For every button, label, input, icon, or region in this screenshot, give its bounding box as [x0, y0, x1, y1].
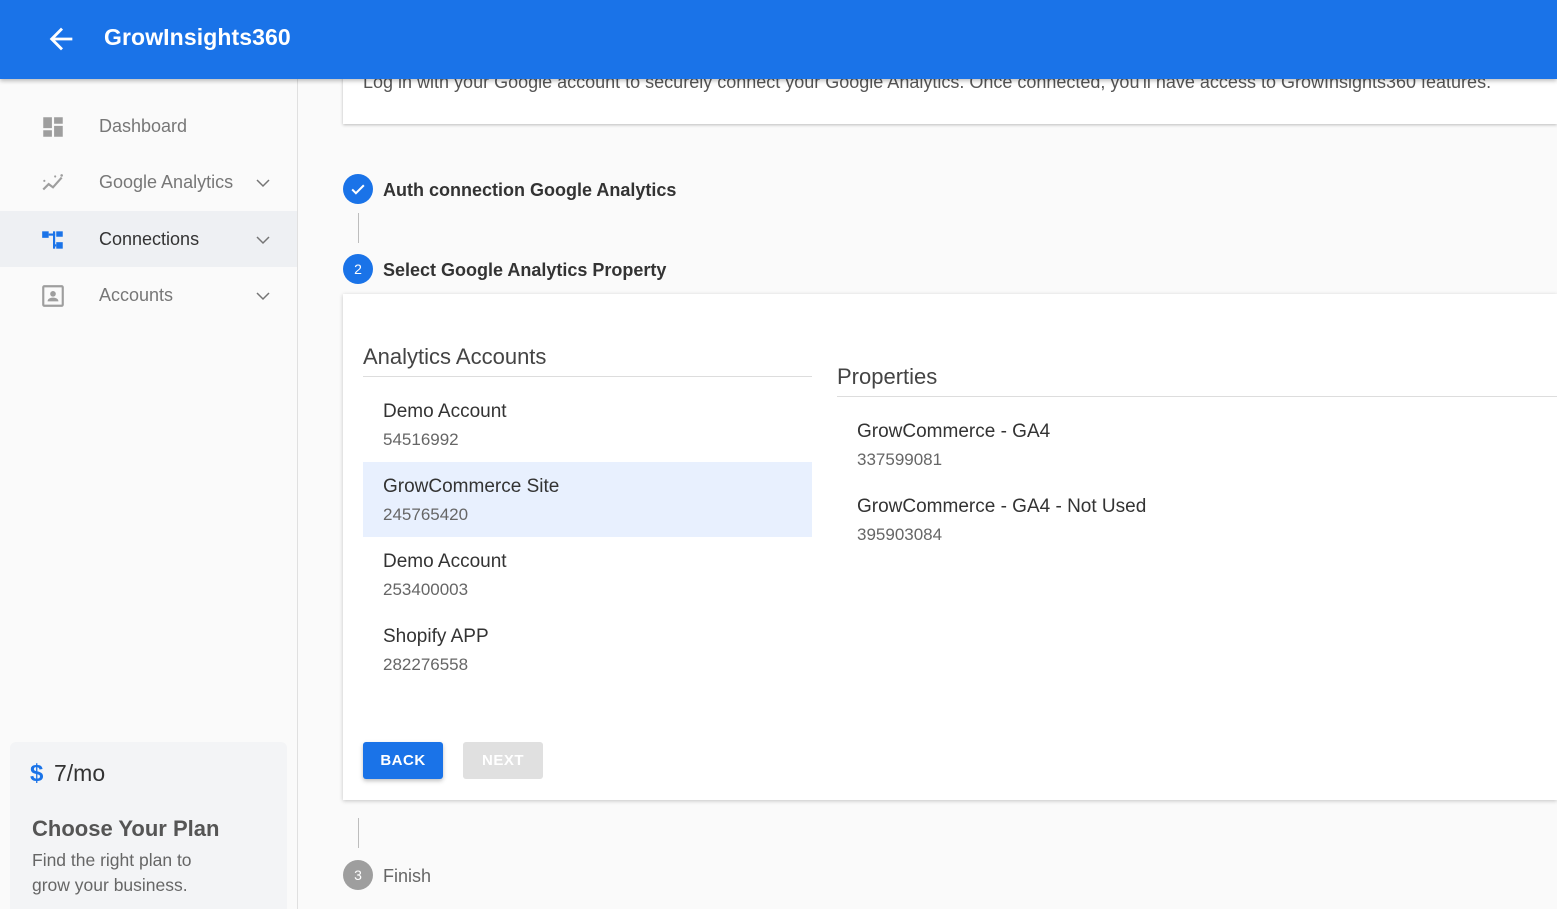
chevron-down-icon [256, 292, 270, 301]
account-item[interactable]: Shopify APP 282276558 [363, 612, 812, 687]
sidebar-item-label: Connections [99, 229, 200, 249]
properties-title: Properties [837, 364, 938, 389]
property-name: GrowCommerce - GA4 - Not Used [857, 496, 1147, 517]
step-connector [358, 213, 359, 243]
account-id: 282276558 [383, 655, 469, 674]
property-item[interactable]: GrowCommerce - GA4 337599081 [837, 407, 1537, 482]
account-name: GrowCommerce Site [383, 476, 560, 497]
account-id: 245765420 [383, 505, 469, 524]
divider [363, 376, 812, 377]
back-arrow-icon[interactable] [44, 22, 78, 56]
plan-card[interactable]: $ 7/mo Choose Your Plan Find the right p… [10, 742, 287, 909]
account-item-selected[interactable]: GrowCommerce Site 245765420 [363, 462, 812, 537]
sidebar-item-google-analytics[interactable]: Google Analytics [0, 154, 297, 210]
step-label: Select Google Analytics Property [383, 260, 667, 280]
property-selection-card: Analytics Accounts Demo Account 54516992… [343, 294, 1557, 800]
account-name: Demo Account [383, 551, 507, 572]
next-button: NEXT [463, 742, 543, 779]
step-number: 3 [343, 860, 373, 890]
account-id: 253400003 [383, 580, 469, 599]
account-item[interactable]: Demo Account 54516992 [363, 387, 812, 462]
plan-title: Choose Your Plan [32, 816, 220, 841]
step-done-circle [343, 174, 373, 204]
dollar-icon: $ [30, 760, 44, 787]
sidebar: Dashboard Google Analytics Connections A… [0, 79, 298, 909]
plan-description: Find the right plan to grow your busines… [32, 850, 192, 895]
account-name: Shopify APP [383, 626, 489, 647]
account-id: 54516992 [383, 430, 459, 449]
accounts-title: Analytics Accounts [363, 344, 547, 369]
step-label: Auth connection Google Analytics [383, 180, 677, 200]
sidebar-item-dashboard[interactable]: Dashboard [0, 98, 297, 154]
accounts-icon [42, 285, 64, 307]
property-item[interactable]: GrowCommerce - GA4 - Not Used 395903084 [837, 482, 1537, 557]
sidebar-item-label: Accounts [99, 285, 174, 305]
property-id: 395903084 [857, 525, 943, 544]
check-icon [351, 184, 365, 195]
property-id: 337599081 [857, 450, 943, 469]
dashboard-icon [43, 117, 63, 137]
chevron-down-icon [256, 236, 270, 245]
analytics-icon [42, 174, 63, 191]
divider [837, 396, 1557, 397]
sidebar-item-label: Dashboard [99, 116, 188, 136]
sidebar-item-connections[interactable]: Connections [0, 211, 297, 267]
property-name: GrowCommerce - GA4 [857, 421, 1051, 442]
account-name: Demo Account [383, 401, 507, 422]
step-connector [358, 818, 359, 848]
plan-price: 7/mo [54, 760, 106, 786]
back-button[interactable]: BACK [363, 742, 443, 779]
step-number: 2 [343, 254, 373, 284]
account-item[interactable]: Demo Account 253400003 [363, 537, 812, 612]
app-title: GrowInsights360 [104, 24, 291, 50]
sidebar-item-accounts[interactable]: Accounts [0, 267, 297, 323]
app-header: GrowInsights360 [0, 0, 1557, 79]
connections-icon [42, 231, 63, 249]
sidebar-item-label: Google Analytics [99, 172, 234, 192]
chevron-down-icon [256, 179, 270, 188]
step-label: Finish [383, 866, 432, 886]
